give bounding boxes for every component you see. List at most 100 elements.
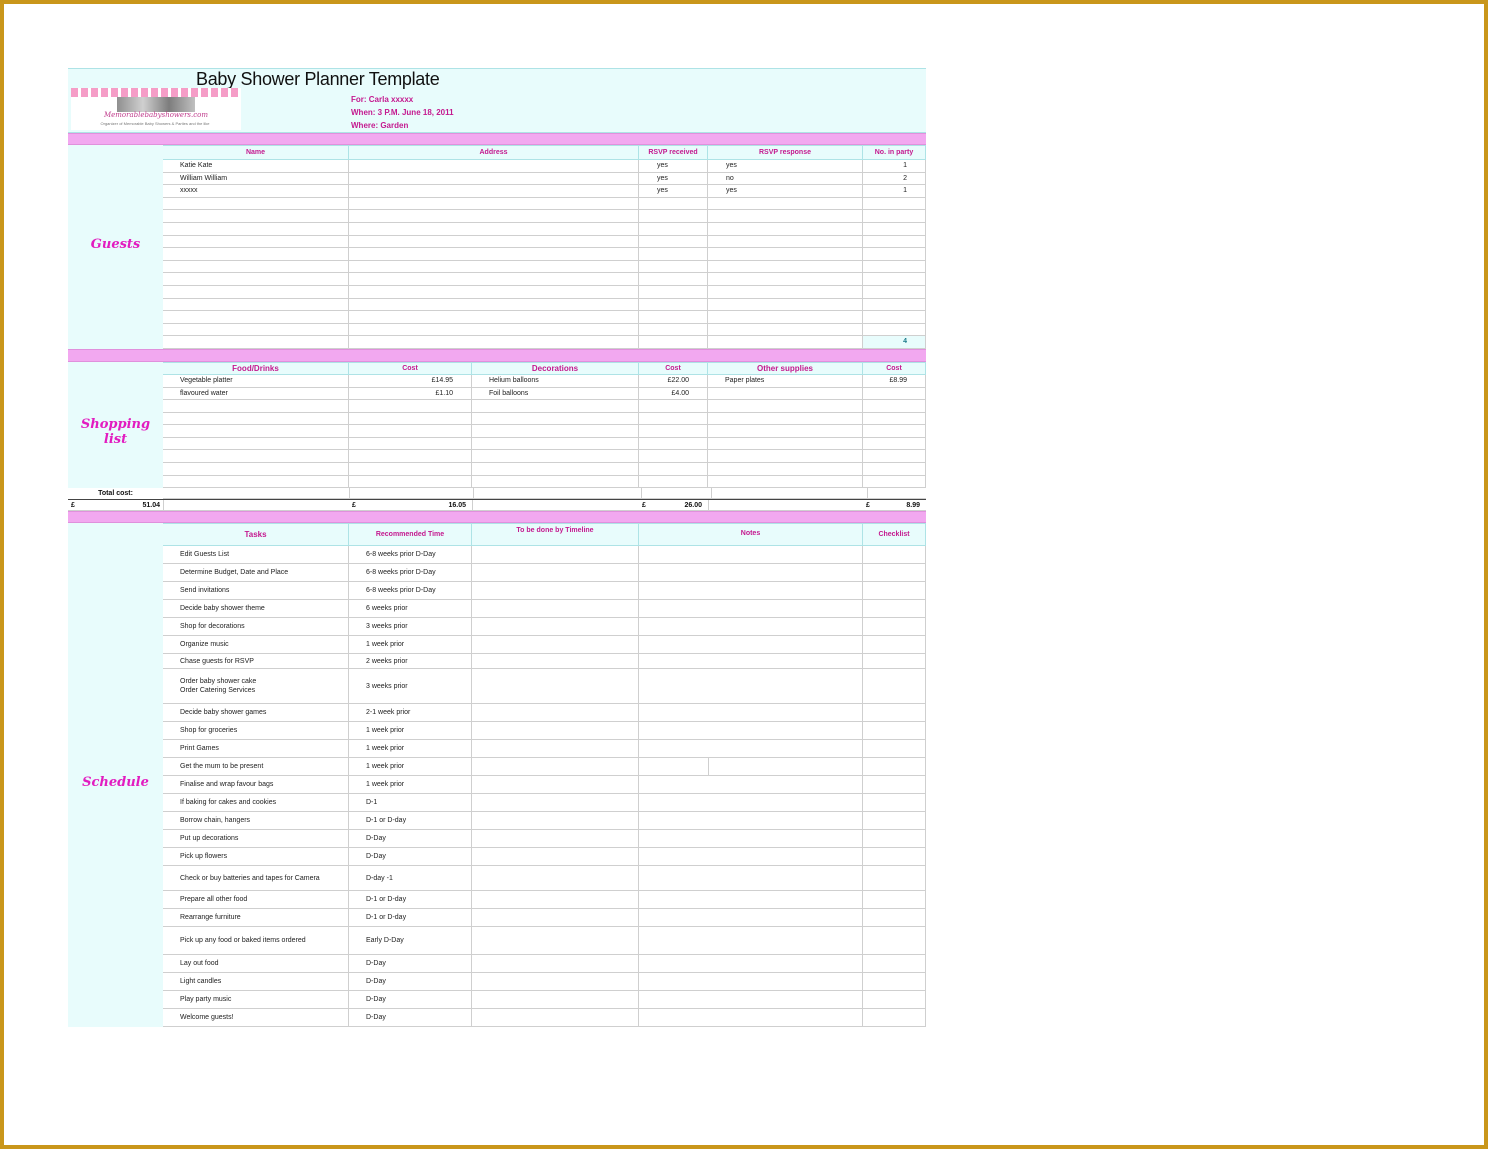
col-other-cost: Cost [863,362,926,374]
guest-row: xxxxx yes yes 1 [163,185,926,198]
guests-side-panel: Guests [68,145,163,349]
task-cell: If baking for cakes and cookies [163,794,349,812]
col-checklist: Checklist [863,524,926,546]
empty-row [163,475,926,489]
task-cell: Chase guests for RSVP [163,654,349,669]
guest-cell: yes [708,185,863,197]
col-decorations: Decorations [472,362,639,374]
col-address: Address [349,146,639,159]
guests-section: Guests Name Address RSVP received RSVP r… [68,145,926,349]
shopping-side-panel: Shopping list [68,361,163,489]
currency-symbol: £ [642,502,646,510]
time-cell: D-Day [349,848,472,866]
empty-row [163,323,926,337]
schedule-row: Lay out food D-Day [163,955,926,974]
schedule-row: If baking for cakes and cookies D-1 [163,794,926,813]
guest-cell: 1 [863,185,926,197]
empty-row [163,425,926,438]
shopping-table: Food/Drinks Cost Decorations Cost Other … [163,361,926,489]
task-cell: Print Games [163,740,349,758]
empty-row [163,311,926,324]
shopping-cell: Vegetable platter [163,374,349,387]
shopping-cell: Paper plates [708,374,863,387]
baby-photo [117,97,195,112]
garland-decoration [71,88,241,97]
time-cell: 6-8 weeks prior D-Day [349,546,472,564]
empty-row [163,298,926,312]
empty-row [163,273,926,286]
time-cell: 1 week prior [349,722,472,740]
col-decor-cost: Cost [639,362,708,374]
schedule-row: Determine Budget, Date and Place 6-8 week… [163,564,926,583]
planner-sheet: Baby Shower Planner Template Memorableba… [68,68,926,1028]
time-cell: 3 weeks prior [349,618,472,636]
task-cell: Get the mum to be present [163,758,349,776]
schedule-table: Tasks Recommended Time To be done by Tim… [163,523,926,1028]
shopping-label: Shopping list [80,416,151,447]
shopping-cell [863,387,926,400]
task-cell: Organize music [163,636,349,654]
task-cell: Rearrange furniture [163,909,349,927]
task-cell: Decide baby shower theme [163,600,349,618]
empty-row [163,260,926,274]
totals-row: £ 51.04 £ 16.05 £ 26.00 £ 8.99 [68,499,926,512]
schedule-row: Borrow chain, hangers D-1 or D-day [163,812,926,831]
guest-cell: xxxxx [163,185,349,197]
guests-total: 4 [863,336,926,348]
guests-label: Guests [90,237,141,252]
schedule-label: Schedule [82,775,149,791]
schedule-row: Rearrange furniture D-1 or D-day [163,909,926,928]
shopping-totals: Total cost: £ 51.04 £ 16.05 £ 26.00 £ 8.… [68,488,926,512]
schedule-row: Pick up flowers D-Day [163,848,926,867]
currency-symbol: £ [352,502,356,510]
guest-cell: yes [639,160,708,172]
col-rsvp-response: RSVP response [708,146,863,159]
brand-logo: Memorablebabyshowers.com Organizer of Me… [71,88,241,130]
schedule-row: Prepare all other food D-1 or D-day [163,891,926,910]
empty-row [163,210,926,223]
shopping-cell: £14.95 [349,374,472,387]
grand-total: £ 51.04 [68,500,163,510]
schedule-row: Welcome guests! D-Day [163,1009,926,1028]
task-cell: Shop for groceries [163,722,349,740]
shopping-cell: £22.00 [639,374,708,387]
guests-total-row: 4 [163,336,926,349]
guest-cell: Katie Kate [163,160,349,172]
time-cell: D-Day [349,973,472,991]
col-food: Food/Drinks [163,362,349,374]
schedule-row: Pick up any food or baked items ordered E… [163,927,926,956]
schedule-row: Put up decorations D-Day [163,830,926,849]
time-cell: 2 weeks prior [349,654,472,669]
schedule-row: Get the mum to be present 1 week prior [163,758,926,777]
empty-row [163,412,926,426]
food-total-value: 16.05 [448,502,466,510]
task-cell: Light candles [163,973,349,991]
shopping-cell: flavoured water [163,387,349,400]
time-cell: 1 week prior [349,758,472,776]
food-total: £ 16.05 [349,500,472,510]
schedule-row: Play party music D-Day [163,991,926,1010]
schedule-row: Shop for decorations 3 weeks prior [163,618,926,637]
empty-row [163,235,926,249]
event-where: Where: Garden [351,121,409,130]
task-cell: Put up decorations [163,830,349,848]
empty-row [163,285,926,299]
col-recommended-time: Recommended Time [349,524,472,546]
schedule-section: Schedule Tasks Recommended Time To be do… [68,523,926,1028]
guest-cell: yes [639,172,708,185]
time-cell: 3 weeks prior [349,669,472,704]
schedule-row: Order baby shower cake Order Catering Se… [163,669,926,705]
task-cell: Pick up flowers [163,848,349,866]
total-cost-label: Total cost: [68,488,163,500]
other-total: £ 8.99 [863,500,926,510]
time-cell: 6-8 weeks prior D-Day [349,582,472,600]
page-title: Baby Shower Planner Template [196,69,440,89]
shopping-cell: Helium balloons [472,374,639,387]
guest-cell: no [708,172,863,185]
shopping-row: Vegetable platter £14.95 Helium balloons £2… [163,374,926,388]
schedule-row: Light candles D-Day [163,973,926,992]
empty-row [163,463,926,476]
empty-row [163,248,926,261]
schedule-row: Decide baby shower games 2-1 week prior [163,704,926,723]
task-cell: Check or buy batteries and tapes for Cam… [163,866,349,891]
